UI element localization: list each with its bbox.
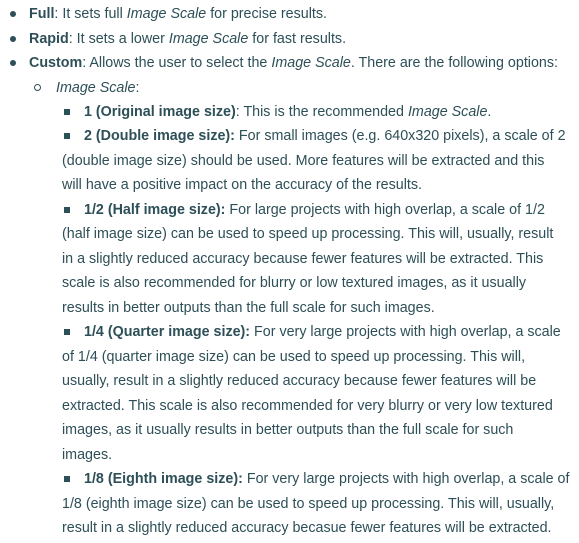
scale-option-5-line-1: 1/8 (Eighth image size): For very large … <box>84 467 570 492</box>
scale-option-5-text: For very large projects with high overla… <box>242 471 570 487</box>
option-full-emphasis: Image Scale <box>126 6 207 22</box>
scale-option-2-label: 2 (Double image size): <box>84 128 235 144</box>
bullet-square-icon <box>64 476 70 482</box>
scale-option-2-line-2: (double image size) should be used. More… <box>62 153 545 169</box>
scale-option-3-text: For large projects with high overlap, a … <box>225 202 545 218</box>
scale-option-4-line-4: extracted. This scale is also recommende… <box>62 398 553 414</box>
image-scale-colon: : <box>135 80 140 96</box>
scale-option-1-emphasis: Image Scale <box>407 104 488 120</box>
bullet-square-icon <box>64 109 70 115</box>
bullet-disc-icon <box>10 36 16 42</box>
scale-option-3-line-1: 1/2 (Half image size): For large project… <box>84 198 545 223</box>
scale-option-1-desc-a: : This is the recommended <box>235 104 408 120</box>
option-rapid-text: Rapid: It sets a lower Image Scale for f… <box>29 27 346 52</box>
scale-option-5-line-2: 1/8 (eighth image size) can be used to s… <box>62 496 555 512</box>
option-rapid-desc-b: for fast results. <box>248 31 347 47</box>
scale-option-3-line-5: results in better outputs than the full … <box>62 300 435 316</box>
scale-option-4-label: 1/4 (Quarter image size): <box>84 324 251 340</box>
scale-option-4-line-6: images. <box>62 447 113 463</box>
scale-option-4-text: For very large projects with high overla… <box>250 324 561 340</box>
bullet-square-icon <box>64 207 70 213</box>
scale-option-4-line-5: images, as it usually results in better … <box>62 422 514 438</box>
scale-option-3-line-4: scale is also recommended for blurry or … <box>62 275 527 291</box>
bullet-disc-icon <box>10 60 16 66</box>
option-custom-text: Custom: Allows the user to select the Im… <box>29 51 558 76</box>
scale-option-3-line-2: (half image size) can be used to speed u… <box>62 226 554 242</box>
scale-option-5-line-3: result in a slightly reduced accuracy be… <box>62 520 552 536</box>
scale-option-4-line-1: 1/4 (Quarter image size): For very large… <box>84 320 561 345</box>
option-full-label: Full <box>29 6 55 22</box>
scale-option-1-label: 1 (Original image size) <box>84 104 236 120</box>
option-rapid-desc-a: : It sets a lower <box>68 31 169 47</box>
option-custom-desc-b: . There are the following options: <box>350 55 559 71</box>
option-full-desc-a: : It sets full <box>54 6 127 22</box>
scale-option-2-line-3: will have a positive impact on the accur… <box>62 177 422 193</box>
bullet-circle-icon <box>34 84 41 91</box>
option-custom-label: Custom <box>29 55 83 71</box>
scale-option-2-text: For small images (e.g. 640x320 pixels), … <box>234 128 566 144</box>
scale-option-1-desc-b: . <box>487 104 492 120</box>
scale-option-3-line-3: in a slightly reduced accuracy because f… <box>62 251 544 267</box>
scale-option-1: 1 (Original image size): This is the rec… <box>84 100 491 125</box>
image-scale-heading: Image Scale: <box>56 76 139 101</box>
option-rapid-label: Rapid <box>29 31 69 47</box>
scale-option-3-label: 1/2 (Half image size): <box>84 202 226 218</box>
scale-option-5-label: 1/8 (Eighth image size): <box>84 471 243 487</box>
option-rapid-emphasis: Image Scale <box>168 31 249 47</box>
option-full-desc-b: for precise results. <box>206 6 327 22</box>
option-custom-emphasis: Image Scale <box>271 55 351 71</box>
bullet-square-icon <box>64 329 70 335</box>
bullet-disc-icon <box>10 11 16 17</box>
scale-option-4-line-2: of 1/4 (quarter image size) can be used … <box>62 349 526 365</box>
scale-option-2-line-1: 2 (Double image size): For small images … <box>84 124 566 149</box>
bullet-square-icon <box>64 133 70 139</box>
image-scale-label: Image Scale <box>56 80 136 96</box>
option-custom-desc-a: : Allows the user to select the <box>82 55 272 71</box>
option-full-text: Full: It sets full Image Scale for preci… <box>29 2 327 27</box>
scale-option-4-line-3: usually, result in a slightly reduced ac… <box>62 373 537 389</box>
